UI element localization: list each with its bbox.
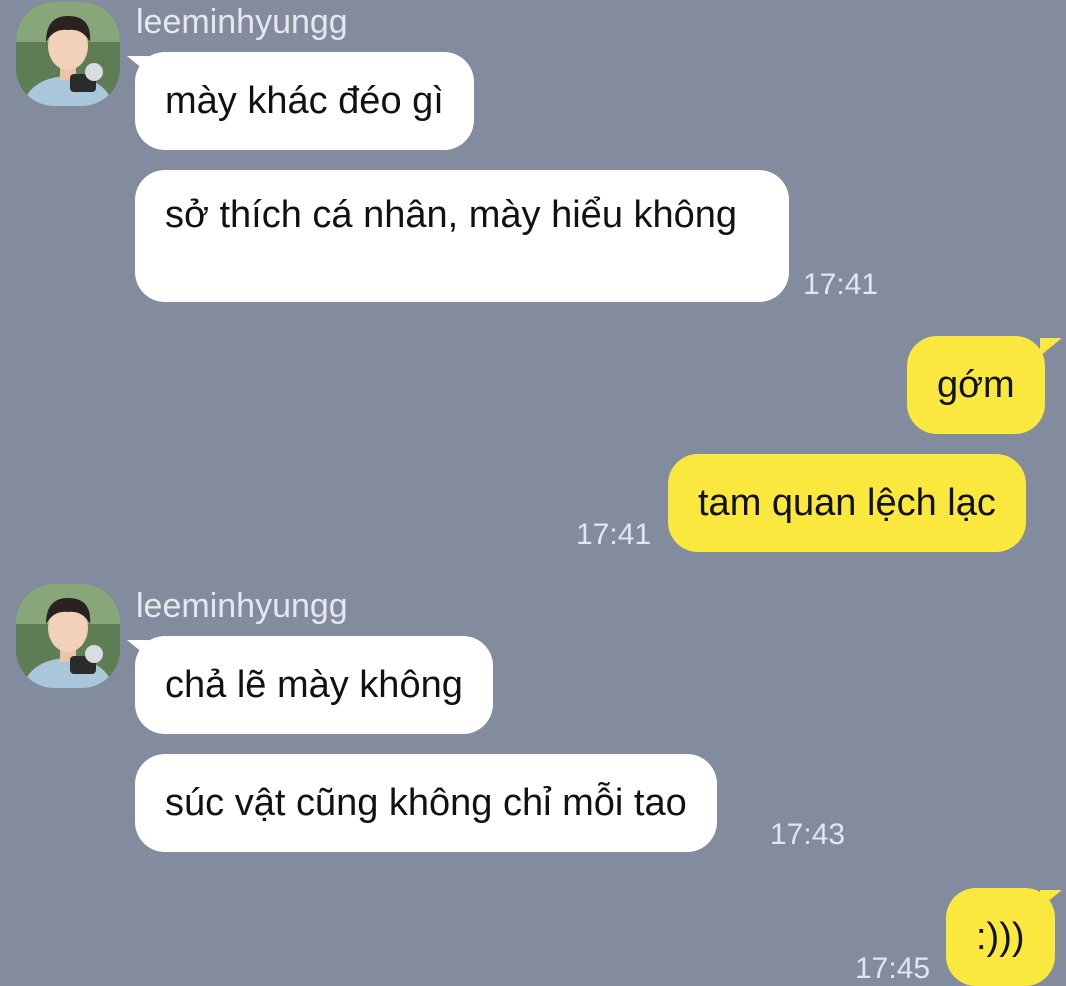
message-bubble[interactable]: tam quan lệch lạc [668, 454, 1026, 552]
message-timestamp: 17:45 [855, 952, 931, 985]
message-bubble[interactable]: chả lẽ mày không [135, 636, 493, 734]
message-bubble[interactable]: súc vật cũng không chỉ mỗi tao [135, 754, 717, 852]
contact-avatar[interactable] [16, 584, 120, 688]
message-bubble[interactable]: gớm [907, 336, 1045, 434]
chat-message-list[interactable]: leeminhyungg mày khác đéo gì sở thích cá… [0, 0, 1066, 986]
sender-name: leeminhyungg [136, 3, 348, 41]
sender-name: leeminhyungg [136, 587, 348, 625]
contact-avatar[interactable] [16, 2, 120, 106]
message-bubble[interactable]: :))) [946, 888, 1055, 986]
message-bubble[interactable]: mày khác đéo gì [135, 52, 474, 150]
message-timestamp: 17:43 [770, 818, 846, 851]
bubble-tail [1040, 338, 1062, 356]
message-timestamp: 17:41 [803, 268, 879, 301]
message-timestamp: 17:41 [576, 518, 652, 551]
message-bubble[interactable]: sở thích cá nhân, mày hiểu không [135, 170, 789, 302]
